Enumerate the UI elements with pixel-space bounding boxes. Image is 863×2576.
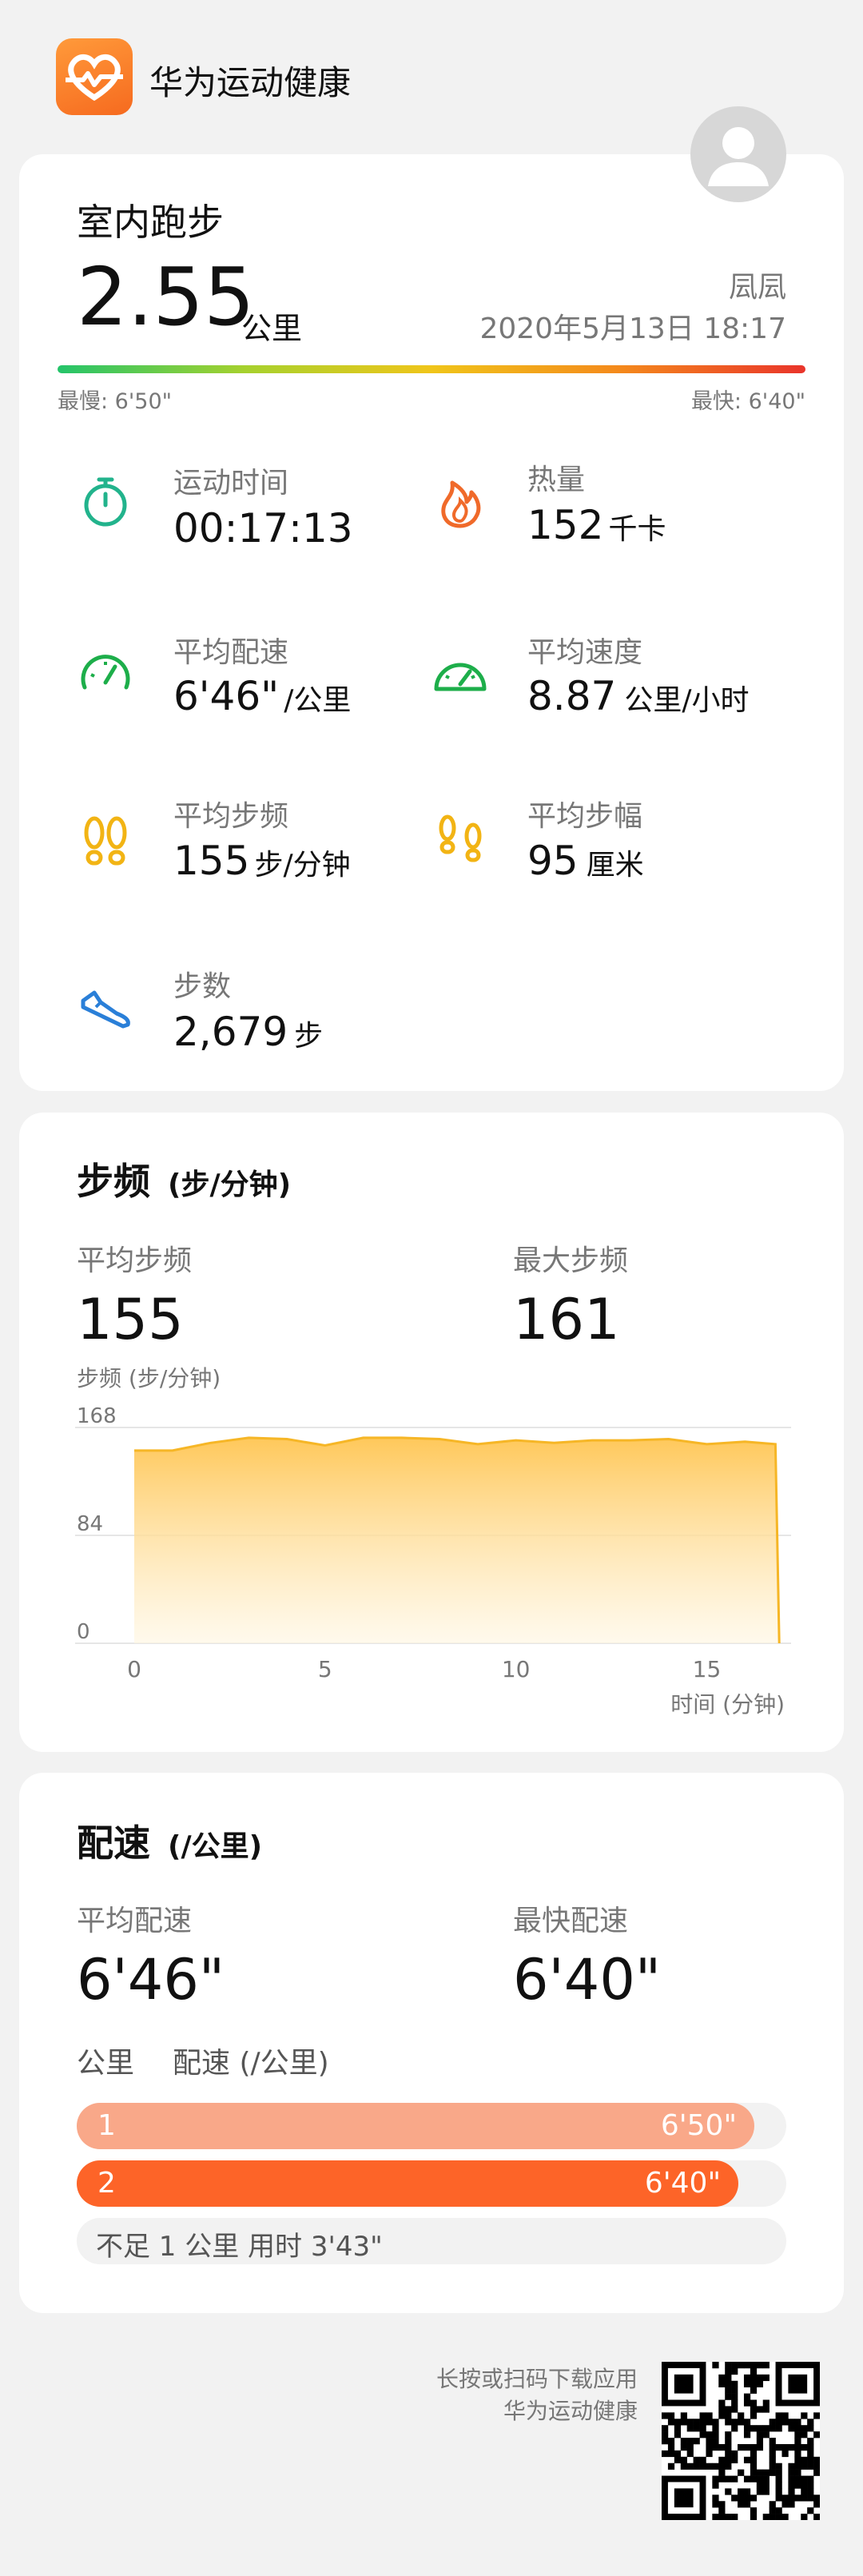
- chart-x-tick-label: 15: [693, 1656, 722, 1682]
- footer-app-name: 华为运动健康: [503, 2398, 638, 2424]
- footer-download-text: 长按或扫码下载应用: [435, 2366, 638, 2392]
- metric-label-avg-pace: 平均配速: [173, 636, 289, 669]
- avg-cadence-label: 平均步频: [77, 1244, 193, 1277]
- cadence-area: [134, 1437, 780, 1643]
- chart-x-tick-label: 10: [502, 1656, 531, 1682]
- pace-row-km: 2: [97, 2167, 116, 2200]
- distance-unit: 公里: [241, 311, 303, 346]
- pace-row-km1: 1 6'50": [77, 2103, 786, 2149]
- pace-row-km: 1: [97, 2109, 116, 2142]
- pace-row-km2: 2 6'40": [77, 2160, 786, 2207]
- cadence-chart-ylabel: 步频 (步/分钟): [77, 1365, 221, 1392]
- metric-value-avg-stride: 95 厘米: [527, 838, 644, 884]
- footprints-icon: [77, 812, 134, 873]
- shoe-icon: [77, 978, 134, 1039]
- pace-remainder-row: 不足 1 公里 用时 3'43": [77, 2218, 786, 2264]
- slowest-pace-label: 最慢: 6'50": [58, 389, 173, 414]
- metric-value-steps: 2,679 步: [173, 1009, 324, 1055]
- pace-col-pace: 配速 (/公里): [173, 2047, 329, 2080]
- chart-y-tick-label: 168: [77, 1404, 117, 1428]
- metric-value-duration: 00:17:13: [173, 505, 353, 551]
- metric-value-avg-cadence: 155 步/分钟: [173, 838, 351, 884]
- cadence-title: 步频 (步/分钟): [77, 1160, 292, 1203]
- fastest-pace-label: 最快: 6'40": [690, 389, 805, 414]
- metric-value-avg-pace: 6'46"/公里: [173, 673, 352, 719]
- metric-label-duration: 运动时间: [173, 467, 289, 500]
- chart-y-tick-label: 0: [77, 1620, 90, 1644]
- metric-label-steps: 步数: [173, 970, 232, 1003]
- datetime: 2020年5月13日 18:17: [479, 313, 786, 345]
- pace-row-pace: 6'50": [660, 2109, 737, 2142]
- speed-gauge-icon: [432, 644, 489, 705]
- avatar[interactable]: [690, 106, 786, 202]
- speedometer-icon: [77, 644, 134, 705]
- pace-remainder-text: 不足 1 公里 用时 3'43": [96, 2231, 383, 2263]
- metric-label-calories: 热量: [527, 464, 586, 496]
- pace-col-km: 公里: [77, 2047, 135, 2080]
- metric-value-calories: 152 千卡: [527, 502, 666, 548]
- chart-x-tick-label: 0: [127, 1656, 141, 1682]
- metric-value-avg-speed: 8.87 公里/小时: [527, 673, 750, 719]
- metric-label-avg-stride: 平均步幅: [527, 800, 643, 833]
- activity-title: 室内跑步: [77, 201, 224, 244]
- app-logo-icon: [56, 38, 133, 115]
- stride-icon: [432, 812, 489, 873]
- avg-cadence-value: 155: [77, 1287, 184, 1352]
- app-name: 华为运动健康: [149, 63, 352, 102]
- cadence-chart: 168 84 0 0 5 10 15 时间 (分钟): [75, 1404, 791, 1718]
- fastest-pace-value: 6'40": [513, 1947, 662, 2013]
- user-name: 凨凨: [728, 271, 786, 304]
- distance-value: 2.55: [77, 250, 255, 344]
- pace-gradient-bar: [58, 365, 805, 373]
- pace-row-pace: 6'40": [644, 2167, 721, 2200]
- chart-y-tick-label: 84: [77, 1512, 103, 1536]
- avg-pace-value: 6'46": [77, 1947, 225, 2013]
- pace-title: 配速 (/公里): [77, 1822, 263, 1865]
- chart-x-tick-label: 5: [318, 1656, 332, 1682]
- metric-label-avg-cadence: 平均步频: [173, 800, 289, 833]
- fastest-pace-label-card: 最快配速: [513, 1905, 629, 1937]
- metric-label-avg-speed: 平均速度: [527, 636, 643, 669]
- flame-icon: [432, 473, 489, 534]
- chart-x-axis-label: 时间 (分钟): [670, 1691, 785, 1718]
- pace-bar-fill: [77, 2103, 754, 2149]
- max-cadence-value: 161: [513, 1287, 620, 1352]
- pace-bar-fill: [77, 2160, 738, 2207]
- max-cadence-label: 最大步频: [513, 1244, 629, 1277]
- qr-code-icon[interactable]: [662, 2362, 821, 2521]
- avg-pace-label: 平均配速: [77, 1905, 193, 1937]
- stopwatch-icon: [77, 473, 134, 534]
